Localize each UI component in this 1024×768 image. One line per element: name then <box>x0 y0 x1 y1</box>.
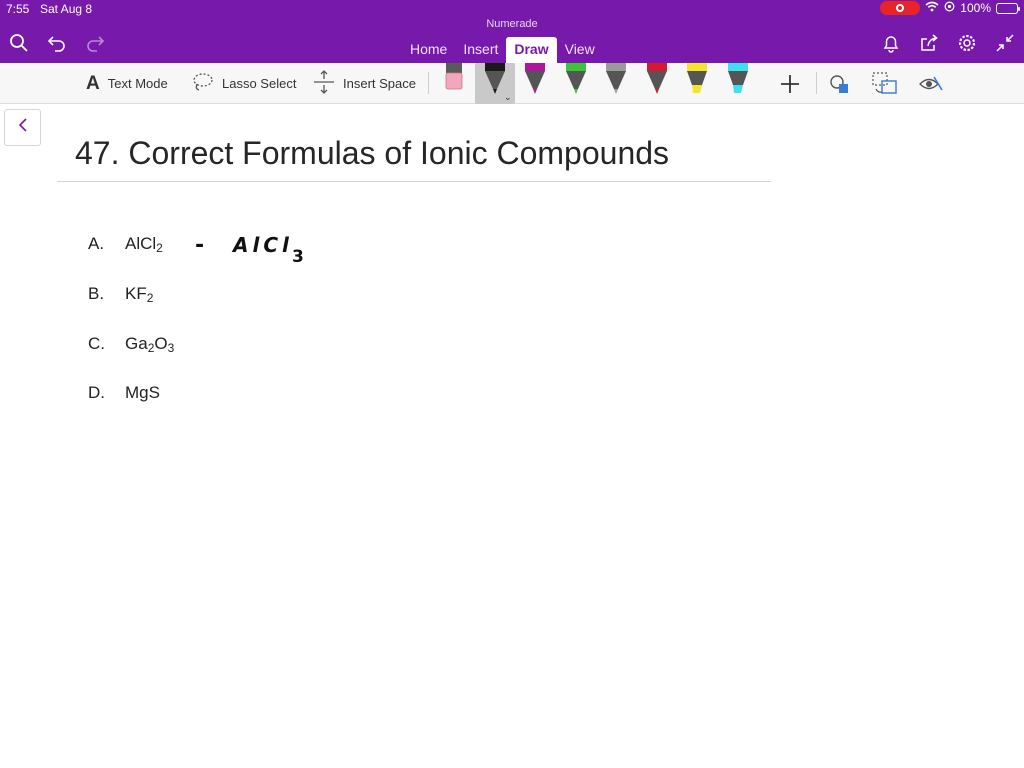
ink-formula: AlCl <box>231 233 293 257</box>
pen-tool[interactable] <box>556 63 596 104</box>
insert-space-button[interactable]: Insert Space <box>313 63 416 104</box>
chevron-down-icon[interactable]: ⌄ <box>504 92 512 103</box>
ink-subscript: 3 <box>292 247 304 267</box>
insert-space-label: Insert Space <box>343 76 416 91</box>
list-item[interactable]: A. AlCl2 <box>88 234 163 255</box>
ink-to-shape-icon[interactable] <box>871 63 899 104</box>
pen-icon <box>606 63 626 94</box>
toolbar-divider <box>428 72 429 94</box>
eraser-tool[interactable] <box>434 63 474 104</box>
formula-base: AlCl <box>125 234 157 253</box>
pen-tool[interactable] <box>596 63 636 104</box>
collapse-icon[interactable] <box>994 32 1016 54</box>
item-letter: B. <box>88 284 105 303</box>
formula-base: KF <box>125 284 147 303</box>
title-underline <box>57 181 771 182</box>
list-item[interactable]: C. Ga2O3 <box>88 334 174 355</box>
insert-space-icon <box>313 69 335 98</box>
highlighter-tool[interactable] <box>677 63 717 104</box>
pen-icon <box>525 63 545 94</box>
pen-icon <box>565 63 586 94</box>
chevron-left-icon <box>17 117 29 138</box>
pen-icon <box>646 63 667 94</box>
back-button[interactable] <box>4 109 41 146</box>
formula-base: Ga <box>125 334 148 353</box>
ink-dash: - <box>195 233 204 258</box>
location-icon <box>944 1 955 15</box>
tab-insert[interactable]: Insert <box>455 37 506 63</box>
share-icon[interactable] <box>918 32 940 54</box>
highlighter-icon <box>727 63 748 93</box>
draw-toolbar: A Text Mode Lasso Select Insert Space ⌄ <box>0 63 1024 104</box>
pen-tool[interactable]: ⌄ <box>474 63 515 104</box>
formula-subscript: 2 <box>156 241 163 255</box>
formula-subscript: 3 <box>167 341 175 355</box>
text-mode-button[interactable]: A Text Mode <box>86 63 168 104</box>
formula-subscript: 2 <box>146 291 154 305</box>
app-title: Numerade <box>486 18 538 30</box>
top-bar: 7:55 Sat Aug 8 Numerade 100% Home Insert… <box>0 0 1024 63</box>
item-letter: D. <box>88 383 105 402</box>
text-mode-icon: A <box>86 72 100 94</box>
status-indicators: 100% <box>880 1 1020 15</box>
status-time: 7:55 <box>6 2 30 16</box>
wifi-icon <box>925 1 939 15</box>
lasso-select-button[interactable]: Lasso Select <box>192 63 296 104</box>
pen-tool[interactable] <box>515 63 555 104</box>
highlighter-icon <box>687 63 707 93</box>
tab-draw[interactable]: Draw <box>506 37 557 63</box>
item-letter: C. <box>88 334 105 353</box>
list-item[interactable]: D. MgS <box>88 383 160 403</box>
shapes-icon[interactable] <box>828 63 852 104</box>
item-letter: A. <box>88 234 105 253</box>
lasso-icon <box>192 72 214 95</box>
undo-icon[interactable] <box>46 32 68 54</box>
search-icon[interactable] <box>8 32 30 54</box>
eraser-icon <box>445 63 463 90</box>
handwritten-answer[interactable]: - AlCl 3 <box>190 228 320 268</box>
tab-home[interactable]: Home <box>402 37 455 63</box>
tab-view[interactable]: View <box>557 37 603 63</box>
ribbon-tabs: Home Insert Draw View <box>402 37 603 63</box>
ink-replay-icon[interactable] <box>918 63 944 104</box>
lasso-select-label: Lasso Select <box>222 76 297 91</box>
recording-indicator <box>880 1 921 15</box>
battery-icon <box>996 2 1020 14</box>
highlighter-tool[interactable] <box>718 63 758 104</box>
gear-icon[interactable] <box>956 32 978 54</box>
toolbar-divider <box>816 72 817 94</box>
add-icon[interactable] <box>779 63 801 104</box>
redo-icon[interactable] <box>84 32 106 54</box>
pen-icon <box>484 63 505 94</box>
record-icon <box>896 4 905 12</box>
battery-percent: 100% <box>960 1 991 15</box>
status-date: Sat Aug 8 <box>40 2 93 16</box>
pen-tool[interactable] <box>637 63 677 104</box>
text-mode-label: Text Mode <box>107 76 168 91</box>
formula-base: MgS <box>125 383 160 402</box>
bell-icon[interactable] <box>880 32 902 54</box>
list-item[interactable]: B. KF2 <box>88 284 153 305</box>
page-title[interactable]: 47. Correct Formulas of Ionic Compounds <box>75 135 669 172</box>
formula-rest: O <box>154 334 168 353</box>
